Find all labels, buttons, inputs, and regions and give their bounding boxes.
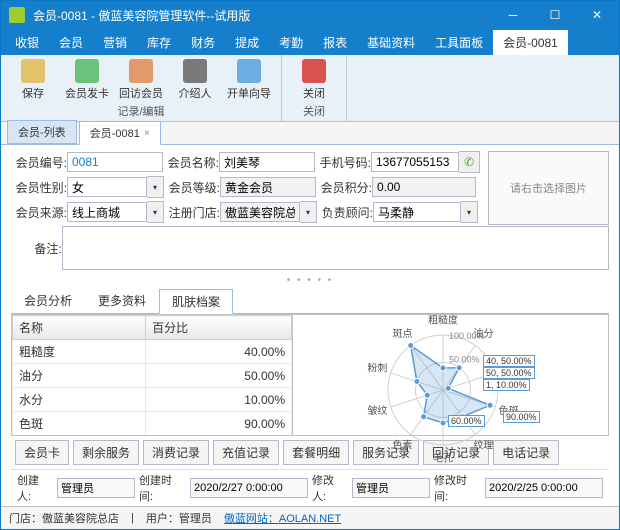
member-name-input[interactable] (219, 152, 315, 172)
svg-text:纹理: 纹理 (474, 438, 494, 451)
creator-field (57, 478, 135, 498)
chart-data-label: 1, 10.00% (483, 379, 530, 391)
doc-tab-1[interactable]: 会员-0081× (79, 121, 161, 145)
svg-text:50.00%: 50.00% (449, 355, 480, 365)
svg-text:皱纹: 皱纹 (367, 404, 387, 417)
menu-5[interactable]: 提成 (225, 30, 269, 55)
sub-tab-0[interactable]: 会员分析 (11, 288, 85, 313)
points-label: 会员积分: (316, 179, 372, 196)
divider-dots: • • • • • (11, 275, 609, 286)
sub-tabs: 会员分析更多资料肌肤档案 (11, 288, 609, 314)
ribbon-会员发卡[interactable]: 会员发卡 (61, 57, 113, 103)
col-name[interactable]: 名称 (13, 316, 146, 340)
gender-label: 会员性别: (11, 179, 67, 196)
ribbon-开单向导[interactable]: 开单向导 (223, 57, 275, 103)
table-row[interactable]: 粗糙度40.00% (13, 340, 292, 364)
maximize-button[interactable]: ☐ (541, 1, 569, 29)
chevron-down-icon[interactable]: ▾ (300, 201, 317, 223)
chart-data-label: 40, 50.00% (483, 355, 535, 367)
source-label: 会员来源: (11, 204, 67, 221)
titlebar: 会员-0081 - 傲蓝美容院管理软件--试用版 ─ ☐ ✕ (1, 1, 619, 29)
member-id-input[interactable] (67, 152, 163, 172)
menu-8[interactable]: 基础资料 (357, 30, 425, 55)
menubar: 收银会员营销库存财务提成考勤报表基础资料工具面板会员-0081 (1, 29, 619, 55)
window-title: 会员-0081 - 傲蓝美容院管理软件--试用版 (33, 7, 499, 24)
branch-select[interactable] (220, 202, 300, 222)
menu-6[interactable]: 考勤 (269, 30, 313, 55)
table-row[interactable]: 色斑90.00% (13, 412, 292, 436)
sub-tab-2[interactable]: 肌肤档案 (159, 289, 233, 314)
app-icon (9, 7, 25, 23)
skin-table[interactable]: 名称 百分比 粗糙度40.00%油分50.00%水分10.00%色斑90.00%… (11, 314, 293, 436)
chevron-down-icon[interactable]: ▾ (461, 201, 478, 223)
menu-9[interactable]: 工具面板 (425, 30, 493, 55)
points-input (372, 177, 476, 197)
phone-icon[interactable]: ✆ (459, 151, 480, 173)
col-percent[interactable]: 百分比 (146, 316, 292, 340)
member-name-label: 会员名称: (163, 154, 219, 171)
sub-tab-1[interactable]: 更多资料 (85, 288, 159, 313)
modifier-field (352, 478, 430, 498)
level-label: 会员等级: (164, 179, 220, 196)
ctime-label: 创建时间: (139, 472, 186, 504)
chart-data-label: 90.00% (503, 411, 540, 423)
website-link[interactable]: 傲蓝网站：AOLAN.NET (224, 510, 341, 526)
ribbon-保存[interactable]: 保存 (7, 57, 59, 103)
menu-4[interactable]: 财务 (181, 30, 225, 55)
memo-label: 备注: (11, 240, 62, 257)
close-button[interactable]: ✕ (583, 1, 611, 29)
ribbon-介绍人[interactable]: 介绍人 (169, 57, 221, 103)
chart-data-label: 60.00% (448, 415, 485, 427)
table-row[interactable]: 油分50.00% (13, 364, 292, 388)
chevron-down-icon[interactable]: ▾ (147, 201, 164, 223)
chevron-down-icon[interactable]: ▾ (147, 176, 164, 198)
menu-10[interactable]: 会员-0081 (493, 30, 568, 55)
close-tab-icon[interactable]: × (144, 128, 150, 139)
document-tabs: 会员-列表会员-0081× (1, 122, 619, 145)
radar-chart: 粗糙度油分水分色斑纹理毛孔色素皱纹粉刺斑点50.00%100.00%40, 50… (293, 314, 609, 436)
chart-data-label: 50, 50.00% (483, 367, 535, 379)
branch-label: 注册门店: (164, 204, 220, 221)
mtime-label: 修改时间: (434, 472, 481, 504)
phone-label: 手机号码: (315, 154, 371, 171)
ctime-field (190, 478, 308, 498)
mtime-field (485, 478, 603, 498)
menu-2[interactable]: 营销 (93, 30, 137, 55)
ribbon-回访会员[interactable]: 回访会员 (115, 57, 167, 103)
svg-text:粗糙度: 粗糙度 (428, 315, 458, 327)
record-btn-会员卡[interactable]: 会员卡 (15, 440, 69, 465)
level-input (220, 177, 316, 197)
record-btn-剩余服务[interactable]: 剩余服务 (73, 440, 139, 465)
record-btn-充值记录[interactable]: 充值记录 (213, 440, 279, 465)
creator-label: 创建人: (17, 472, 53, 504)
svg-text:粉刺: 粉刺 (367, 361, 387, 374)
gender-select[interactable] (67, 177, 147, 197)
ribbon: 保存会员发卡回访会员介绍人开单向导记录/编辑关闭关闭 (1, 55, 619, 122)
svg-text:毛孔: 毛孔 (433, 453, 453, 465)
svg-text:色素: 色素 (392, 438, 412, 451)
menu-7[interactable]: 报表 (313, 30, 357, 55)
advisor-label: 负责顾问: (317, 204, 373, 221)
memo-textarea[interactable] (62, 226, 609, 270)
menu-0[interactable]: 收银 (5, 30, 49, 55)
menu-3[interactable]: 库存 (137, 30, 181, 55)
table-row[interactable]: 水分10.00% (13, 388, 292, 412)
advisor-select[interactable] (373, 202, 461, 222)
menu-1[interactable]: 会员 (49, 30, 93, 55)
modifier-label: 修改人: (312, 472, 348, 504)
ribbon-关闭[interactable]: 关闭 (288, 57, 340, 103)
minimize-button[interactable]: ─ (499, 1, 527, 29)
photo-placeholder[interactable]: 请右击选择图片 (488, 151, 609, 225)
phone-input[interactable] (371, 152, 459, 172)
member-id-label: 会员编号: (11, 154, 67, 171)
svg-text:100.00%: 100.00% (449, 331, 485, 341)
svg-text:斑点: 斑点 (392, 327, 412, 340)
statusbar: 门店：傲蓝美容院总店 | 用户：管理员 傲蓝网站：AOLAN.NET (1, 506, 619, 529)
source-select[interactable] (67, 202, 147, 222)
doc-tab-0[interactable]: 会员-列表 (7, 120, 77, 144)
record-btn-消费记录[interactable]: 消费记录 (143, 440, 209, 465)
